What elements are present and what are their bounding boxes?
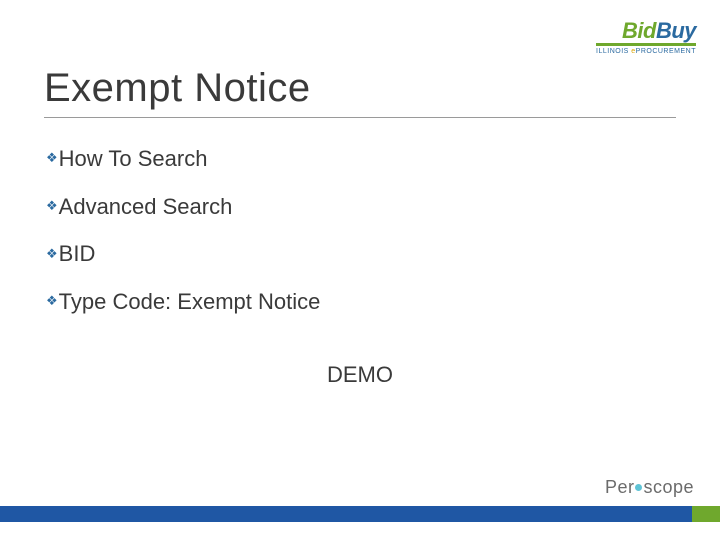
footer-bar	[0, 506, 720, 522]
logo-buy-text: Buy	[656, 20, 696, 42]
logo-bid-text: Bid	[622, 20, 656, 42]
bullet-text: Type Code: Exempt Notice	[59, 289, 321, 314]
logo-underline	[596, 43, 696, 46]
page-title: Exempt Notice	[44, 66, 676, 111]
demo-label: DEMO	[0, 362, 720, 388]
bullet-text: BID	[59, 241, 96, 266]
bullet-text: How To Search	[59, 146, 208, 171]
title-area: Exempt Notice	[44, 66, 676, 118]
logo-subtitle: ILLINOIS ePROCUREMENT	[596, 48, 696, 55]
list-item: ❖Advanced Search	[46, 192, 674, 222]
title-divider	[44, 117, 676, 118]
periscope-post: scope	[643, 477, 694, 497]
list-item: ❖How To Search	[46, 144, 674, 174]
periscope-pre: Per	[605, 477, 635, 497]
diamond-bullet-icon: ❖	[46, 197, 58, 215]
slide: BidBuy ILLINOIS ePROCUREMENT Exempt Noti…	[0, 0, 720, 540]
bullet-text: Advanced Search	[59, 194, 233, 219]
diamond-bullet-icon: ❖	[46, 245, 58, 263]
footer-accent	[692, 506, 720, 522]
periscope-logo: Per scope	[605, 477, 694, 498]
bullet-list: ❖How To Search ❖Advanced Search ❖BID ❖Ty…	[46, 144, 674, 335]
bidbuy-logo: BidBuy ILLINOIS ePROCUREMENT	[596, 20, 696, 55]
diamond-bullet-icon: ❖	[46, 292, 58, 310]
list-item: ❖BID	[46, 239, 674, 269]
periscope-dot-icon	[635, 484, 642, 491]
diamond-bullet-icon: ❖	[46, 149, 58, 167]
list-item: ❖Type Code: Exempt Notice	[46, 287, 674, 317]
